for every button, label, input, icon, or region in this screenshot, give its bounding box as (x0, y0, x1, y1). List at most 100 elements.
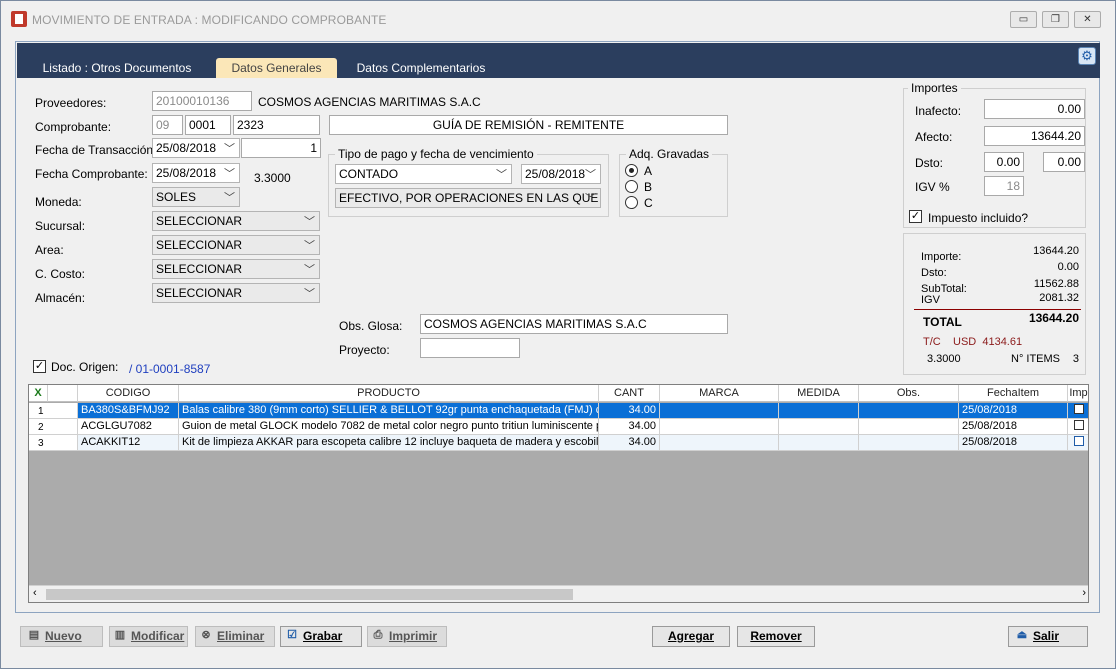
remover-button[interactable]: Remover (737, 626, 815, 647)
tab-listado[interactable]: Listado : Otros Documentos (37, 58, 197, 78)
grabar-button[interactable]: ☑ Grabar (280, 626, 362, 647)
pago-medio-value: EFECTIVO, POR OPERACIONES EN LAS QUE NO (339, 191, 601, 205)
adq-radio-a[interactable] (625, 164, 638, 177)
impuesto-incluido-checkbox[interactable]: ✓ (909, 210, 922, 223)
cell-obs[interactable] (859, 419, 959, 435)
cell-marca[interactable] (660, 435, 779, 451)
fecha-transaccion-picker[interactable]: 25/08/2018 ﹀ (152, 138, 240, 158)
scrollbar-thumb[interactable] (46, 589, 573, 600)
items-grid[interactable]: X CODIGO PRODUCTO CANT MARCA MEDIDA Obs.… (28, 384, 1089, 603)
adq-radio-c[interactable] (625, 196, 638, 209)
pago-fecha-value: 25/08/2018 (525, 167, 586, 181)
pago-medio-select[interactable]: EFECTIVO, POR OPERACIONES EN LAS QUE NO ﹀ (335, 188, 601, 208)
cell-codigo[interactable]: ACAKKIT12 (78, 435, 179, 451)
header-marca[interactable]: MARCA (660, 385, 779, 402)
horizontal-scrollbar[interactable]: ‹ › (29, 585, 1088, 602)
close-button[interactable]: ✕ (1074, 11, 1101, 28)
header-producto[interactable]: PRODUCTO (179, 385, 599, 402)
afecto-field[interactable]: 13644.20 (984, 126, 1085, 146)
fecha-transaccion-number-field[interactable]: 1 (241, 138, 321, 158)
total-divider (914, 309, 1081, 310)
obs-glosa-field[interactable]: COSMOS AGENCIAS MARITIMAS S.A.C (420, 314, 728, 334)
cell-medida[interactable] (779, 419, 859, 435)
cell-cant[interactable]: 34.00 (599, 403, 660, 419)
sucursal-select[interactable]: SELECCIONAR ﹀ (152, 211, 320, 231)
gear-icon[interactable]: ⚙ (1078, 47, 1096, 65)
header-fechaitem[interactable]: FechaItem (959, 385, 1068, 402)
comprobante-tipo-field[interactable]: 09 (152, 115, 183, 135)
salir-button[interactable]: ⏏ Salir (1008, 626, 1088, 647)
restore-button[interactable]: ❐ (1042, 11, 1069, 28)
moneda-select[interactable]: SOLES ﹀ (152, 187, 240, 207)
pago-tipo-select[interactable]: CONTADO ﹀ (335, 164, 512, 184)
tab-datos-complementarios[interactable]: Datos Complementarios (351, 58, 491, 78)
imp-checkbox[interactable] (1073, 404, 1084, 415)
comprobante-desc-field: GUÍA DE REMISIÓN - REMITENTE (329, 115, 728, 135)
totales-igv-label: IGV (921, 294, 940, 306)
dsto-field-1[interactable]: 0.00 (984, 152, 1024, 172)
header-codigo[interactable]: CODIGO (78, 385, 179, 402)
cell-imp[interactable] (1068, 435, 1088, 451)
cell-medida[interactable] (779, 435, 859, 451)
cell-fecha[interactable]: 25/08/2018 (959, 403, 1068, 419)
chevron-down-icon: ﹀ (224, 192, 235, 204)
table-row[interactable]: 1 BA380S&BFMJ92 Balas calibre 380 (9mm c… (29, 403, 1088, 419)
cell-fecha[interactable]: 25/08/2018 (959, 419, 1068, 435)
header-medida[interactable]: MEDIDA (779, 385, 859, 402)
header-cant[interactable]: CANT (599, 385, 660, 402)
pago-group-title: Tipo de pago y fecha de vencimiento (335, 147, 537, 161)
cell-imp[interactable] (1068, 419, 1088, 435)
imp-checkbox[interactable] (1073, 420, 1084, 431)
imp-checkbox[interactable] (1073, 436, 1084, 447)
minimize-button[interactable]: ▭ (1010, 11, 1037, 28)
modificar-button[interactable]: ▥ Modificar (109, 626, 188, 647)
sucursal-value: SELECCIONAR (156, 214, 243, 228)
cell-producto[interactable]: Balas calibre 380 (9mm corto) SELLIER & … (179, 403, 599, 419)
inafecto-field[interactable]: 0.00 (984, 99, 1085, 119)
cell-obs[interactable] (859, 403, 959, 419)
nuevo-label: Nuevo (45, 629, 82, 643)
area-select[interactable]: SELECCIONAR ﹀ (152, 235, 320, 255)
chevron-down-icon: ﹀ (304, 216, 315, 228)
header-imp[interactable]: Imp (1068, 385, 1088, 402)
tipo-cambio-label: 3.3000 (254, 171, 291, 185)
nuevo-button[interactable]: ▤ Nuevo (20, 626, 103, 647)
doc-origen-link[interactable]: / 01-0001-8587 (129, 362, 210, 376)
almacen-select[interactable]: SELECCIONAR ﹀ (152, 283, 320, 303)
importe-value: 13644.20 (1033, 245, 1079, 257)
doc-origen-checkbox[interactable]: ✓ (33, 360, 46, 373)
cell-obs[interactable] (859, 435, 959, 451)
cell-cant[interactable]: 34.00 (599, 435, 660, 451)
header-obs[interactable]: Obs. (859, 385, 959, 402)
comprobante-numero-field[interactable]: 2323 (233, 115, 320, 135)
cell-producto[interactable]: Kit de limpieza AKKAR para escopeta cali… (179, 435, 599, 451)
cell-producto[interactable]: Guion de metal GLOCK modelo 7082 de meta… (179, 419, 599, 435)
excel-icon[interactable]: X (29, 385, 48, 402)
table-row[interactable]: 2 ACGLGU7082 Guion de metal GLOCK modelo… (29, 419, 1088, 435)
scroll-left-icon[interactable]: ‹ (33, 587, 37, 599)
adq-radio-b[interactable] (625, 180, 638, 193)
comprobante-serie-field[interactable]: 0001 (185, 115, 231, 135)
chevron-down-icon: ﹀ (304, 240, 315, 252)
cell-cant[interactable]: 34.00 (599, 419, 660, 435)
proveedor-ruc-field[interactable]: 20100010136 (152, 91, 252, 111)
cell-codigo[interactable]: BA380S&BFMJ92 (78, 403, 179, 419)
agregar-button[interactable]: Agregar (652, 626, 730, 647)
cell-imp[interactable] (1068, 403, 1088, 419)
eliminar-button[interactable]: ⊗ Eliminar (195, 626, 275, 647)
cell-codigo[interactable]: ACGLGU7082 (78, 419, 179, 435)
imprimir-button[interactable]: ⎙ Imprimir (367, 626, 447, 647)
table-row[interactable]: 3 ACAKKIT12 Kit de limpieza AKKAR para e… (29, 435, 1088, 451)
proyecto-field[interactable] (420, 338, 520, 358)
tc-label: T/C (923, 336, 941, 348)
scroll-right-icon[interactable]: › (1082, 587, 1086, 599)
fecha-comprobante-picker[interactable]: 25/08/2018 ﹀ (152, 163, 240, 183)
tab-datos-generales[interactable]: Datos Generales (216, 58, 337, 78)
dsto-field-2[interactable]: 0.00 (1043, 152, 1085, 172)
cell-marca[interactable] (660, 419, 779, 435)
ccosto-select[interactable]: SELECCIONAR ﹀ (152, 259, 320, 279)
cell-medida[interactable] (779, 403, 859, 419)
pago-fecha-picker[interactable]: 25/08/2018 ﹀ (521, 164, 601, 184)
cell-marca[interactable] (660, 403, 779, 419)
cell-fecha[interactable]: 25/08/2018 (959, 435, 1068, 451)
